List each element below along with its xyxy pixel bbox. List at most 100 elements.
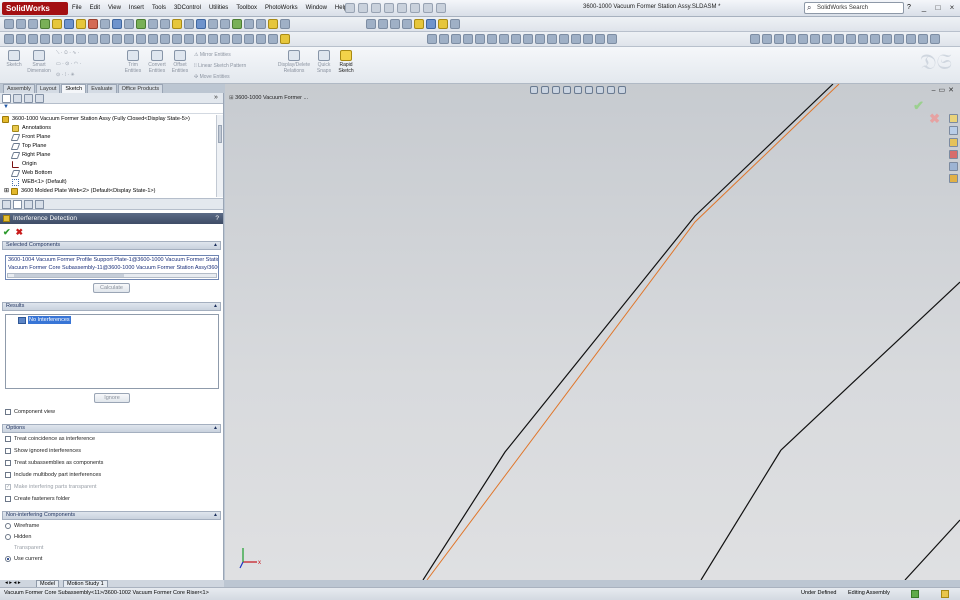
menu-file[interactable]: File [72, 3, 82, 14]
design-library-icon[interactable] [949, 126, 958, 135]
text-icon[interactable] [112, 34, 122, 44]
property-manager-tab-icon[interactable] [13, 94, 22, 103]
trim-icon[interactable] [172, 34, 182, 44]
lighting-icon[interactable] [894, 34, 904, 44]
new-icon[interactable] [4, 19, 14, 29]
menu-window[interactable]: Window [306, 3, 327, 14]
move-entities-command[interactable]: ✣ Move Entities [194, 74, 230, 80]
line-thickness-icon[interactable] [774, 34, 784, 44]
create-fasteners-folder-checkbox[interactable]: Create fasteners folder [5, 495, 70, 503]
cancel-x-icon[interactable]: ✖ [16, 227, 24, 238]
copy-icon[interactable] [268, 34, 278, 44]
select-icon[interactable] [28, 19, 38, 29]
offset-icon[interactable] [148, 34, 158, 44]
chamfer-dimension-icon[interactable] [487, 34, 497, 44]
pan-icon[interactable] [378, 19, 388, 29]
camera-icon[interactable] [906, 34, 916, 44]
minimize-button[interactable]: _ [919, 3, 929, 13]
color-display-icon[interactable] [822, 34, 832, 44]
tree-item-web-bottom[interactable]: Web Bottom [0, 169, 216, 178]
ordinate-dimension-icon[interactable] [475, 34, 485, 44]
section-view-icon[interactable] [426, 19, 436, 29]
scene-icon[interactable] [450, 19, 460, 29]
confirmation-ok-icon[interactable]: ✔ [913, 98, 924, 114]
appearance-icon[interactable] [438, 19, 448, 29]
quick-snaps-command[interactable]: Quick Snaps [315, 50, 333, 74]
exploded-view-icon[interactable] [136, 19, 146, 29]
line-color-icon[interactable] [762, 34, 772, 44]
menu-tools[interactable]: Tools [152, 3, 166, 14]
display-style-icon[interactable] [585, 86, 593, 94]
non-interfering-header[interactable]: Non-interfering Components ▲ [2, 511, 221, 520]
dimxpert-manager-tab-icon[interactable] [35, 200, 44, 209]
confirmation-cancel-icon[interactable]: ✖ [929, 111, 940, 127]
configuration-manager-tab-icon[interactable] [24, 200, 33, 209]
note-icon[interactable] [547, 34, 557, 44]
trim-entities-command[interactable]: Trim Entities [123, 50, 143, 74]
tree-item-annotations[interactable]: Annotations [0, 124, 216, 133]
mirror-entities-command[interactable]: ⚠ Mirror Entities [194, 52, 231, 58]
zoom-icon[interactable] [366, 19, 376, 29]
menu-3dcontrol[interactable]: 3DControl [174, 3, 201, 14]
line-icon[interactable] [4, 34, 14, 44]
display-pane-icon[interactable] [256, 19, 266, 29]
fillet-icon[interactable] [124, 34, 134, 44]
vertical-dimension-icon[interactable] [451, 34, 461, 44]
chamfer-icon[interactable] [136, 34, 146, 44]
tree-item-web[interactable]: WEB<1> (Default) [0, 178, 216, 187]
view-orientation-icon[interactable] [402, 19, 412, 29]
filter-icon[interactable]: ▼ [0, 104, 223, 114]
resources-icon[interactable] [949, 114, 958, 123]
make-transparent-checkbox[interactable]: ✓ Make interfering parts transparent [5, 483, 97, 491]
point-icon[interactable] [88, 34, 98, 44]
tolerance-icon[interactable] [535, 34, 545, 44]
perspective-icon[interactable] [930, 34, 940, 44]
pattern-icon[interactable] [220, 34, 230, 44]
results-list[interactable]: No Interferences [5, 314, 219, 389]
results-header[interactable]: Results ▲ [2, 302, 221, 311]
collapse-icon[interactable]: ▲ [213, 512, 218, 519]
units-icon[interactable] [870, 34, 880, 44]
line-tools[interactable]: ⟍ · ⊙ · ∿ · [56, 50, 80, 56]
fully-define-icon[interactable] [511, 34, 521, 44]
mate-icon[interactable] [52, 19, 62, 29]
selected-components-header[interactable]: Selected Components ▲ [2, 241, 221, 250]
ellipse-icon[interactable] [64, 34, 74, 44]
weld-symbol-icon[interactable] [583, 34, 593, 44]
help-icon[interactable]: ? [215, 213, 219, 224]
assembly-transparency-icon[interactable] [244, 19, 254, 29]
shape-tools[interactable]: ▭ · ⊙ · ◠ · [56, 61, 81, 67]
hide-show-items-icon[interactable] [596, 86, 604, 94]
scale-icon[interactable] [256, 34, 266, 44]
centerline-icon[interactable] [100, 34, 110, 44]
options-header[interactable]: Options ▲ [2, 424, 221, 433]
component-view-checkbox[interactable]: Component view [5, 408, 55, 416]
assembly-features-icon[interactable] [112, 19, 122, 29]
snapshot-icon[interactable] [208, 19, 218, 29]
transparent-radio[interactable]: Transparent [5, 544, 43, 552]
list-item[interactable]: 3600-1004 Vacuum Former Profile Support … [8, 256, 218, 264]
tab-scroll-arrows[interactable]: ◂ ▸ ◂ ▸ [2, 580, 34, 587]
rapid-sketch-command[interactable]: Rapid Sketch [337, 50, 355, 74]
show-ignored-checkbox[interactable]: Show ignored interferences [5, 447, 81, 455]
maximize-button[interactable]: □ [933, 3, 943, 13]
search-results-icon[interactable] [949, 150, 958, 159]
ignore-button[interactable]: Ignore [94, 393, 130, 403]
evaluate-icon[interactable] [268, 19, 278, 29]
tree-item-front-plane[interactable]: Front Plane [0, 133, 216, 142]
view-orientation-icon[interactable] [574, 86, 582, 94]
expand-icon[interactable]: ⊞ [4, 187, 9, 196]
expand-arrow-icon[interactable]: » [214, 94, 218, 101]
graphics-area[interactable]: 3600-1000 Vacuum Former ... –▭✕ ✔ ✖ x [225, 84, 960, 580]
configuration-manager-tab-icon[interactable] [24, 94, 33, 103]
relations-icon[interactable] [280, 34, 290, 44]
horizontal-dimension-icon[interactable] [439, 34, 449, 44]
move-component-icon[interactable] [76, 19, 86, 29]
use-current-radio[interactable]: Use current [5, 555, 42, 563]
show-edge-icon[interactable] [810, 34, 820, 44]
tree-item-right-plane[interactable]: Right Plane [0, 151, 216, 160]
edit-component-icon[interactable] [220, 19, 230, 29]
collapse-icon[interactable]: ▲ [213, 425, 218, 432]
center-mark-icon[interactable] [607, 34, 617, 44]
sketch-grid-icon[interactable] [858, 34, 868, 44]
